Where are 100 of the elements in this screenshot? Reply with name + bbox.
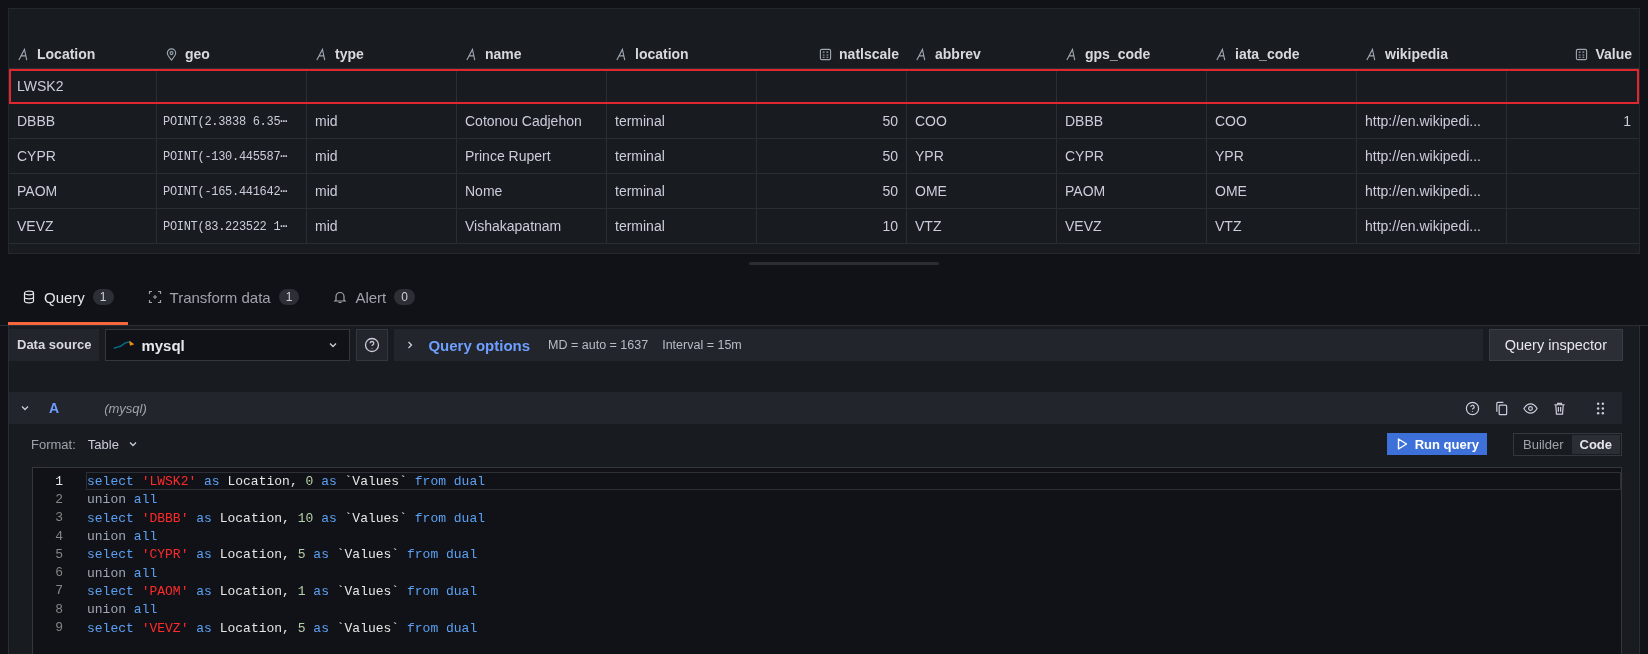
line-number: 1 (54, 473, 63, 489)
text-type-icon (615, 47, 628, 61)
format-label: Format: (31, 436, 76, 452)
table-cell: 50 (882, 183, 898, 199)
table-cell: COO (915, 113, 947, 129)
map-pin-icon (165, 47, 178, 61)
column-header[interactable]: iata_code (1207, 40, 1357, 68)
text-type-icon (1065, 47, 1078, 61)
table-cell: http://en.wikipedi... (1365, 183, 1481, 199)
table-cell: YPR (1215, 148, 1244, 164)
table-cell: mid (315, 183, 338, 199)
table-row[interactable]: VEVZ POINT(83.223522 1⋯ mid Vishakapatnam terminal 10 VTZ VEVZ VTZ http://en.wikipedi... (9, 209, 1639, 244)
code-line: select 'DBBB' as Location, 10 as `Values` from dual (86, 509, 487, 527)
tab[interactable]: Transform data 1 (133, 272, 314, 325)
bell-icon (333, 290, 348, 304)
table-cell: POINT(-130.445587⋯ (163, 148, 288, 164)
text-type-icon (17, 47, 30, 61)
line-number: 4 (54, 528, 63, 544)
table-row[interactable]: CYPR POINT(-130.445587⋯ mid Prince Rupert terminal 50 YPR CYPR YPR http://en.wikipedi... (9, 139, 1639, 174)
table-cell: POINT(83.223522 1⋯ (163, 218, 288, 234)
mode-option[interactable]: Builder (1515, 434, 1572, 454)
mode-option[interactable]: Code (1571, 434, 1620, 454)
column-header[interactable]: abbrev (907, 40, 1057, 68)
table-cell: 50 (882, 148, 898, 164)
column-header[interactable]: location (607, 40, 757, 68)
text-type-icon (315, 47, 328, 61)
line-number: 7 (54, 583, 63, 599)
calculator-icon (819, 47, 833, 61)
table-cell: Vishakapatnam (465, 218, 562, 234)
column-header[interactable]: Location (9, 40, 157, 68)
table-cell: Nome (465, 183, 503, 199)
table-cell: Prince Rupert (465, 148, 551, 164)
table-cell: Cotonou Cadjehon (465, 113, 582, 129)
table-cell: POINT(-165.441642⋯ (163, 183, 288, 199)
line-number: 3 (54, 510, 63, 526)
table-cell: OME (1215, 183, 1247, 199)
column-header[interactable]: wikipedia (1357, 40, 1507, 68)
code-line: union all (86, 564, 159, 582)
table-cell: VEVZ (17, 218, 54, 234)
help-icon (364, 337, 381, 353)
copy-icon[interactable] (1494, 400, 1509, 416)
table-row[interactable]: LWSK2 (9, 69, 1639, 104)
run-query-button[interactable]: Run query (1386, 433, 1488, 455)
table-cell: OME (915, 183, 947, 199)
query-options-link[interactable]: Query options (428, 336, 531, 354)
text-type-icon (1215, 47, 1228, 61)
table-cell: VEVZ (1065, 218, 1102, 234)
code-line: union all (86, 491, 159, 509)
table-cell: CYPR (1065, 148, 1104, 164)
query-inspector-button[interactable]: Query inspector (1488, 329, 1623, 361)
line-number: 8 (54, 601, 63, 617)
table-cell: terminal (615, 113, 665, 129)
table-cell: VTZ (915, 218, 942, 234)
help-button[interactable] (356, 329, 389, 361)
text-type-icon (465, 47, 478, 61)
table-cell: VTZ (1215, 218, 1242, 234)
table-cell: PAOM (17, 183, 58, 199)
column-header[interactable]: natlscale (757, 40, 907, 68)
table-cell: 50 (882, 113, 898, 129)
column-header[interactable]: gps_code (1057, 40, 1207, 68)
line-number: 5 (54, 546, 63, 562)
table-cell: DBBB (17, 113, 56, 129)
table-cell: 1 (1623, 113, 1631, 129)
database-icon (22, 290, 36, 304)
table-cell: terminal (615, 148, 665, 164)
table-cell: http://en.wikipedi... (1365, 148, 1481, 164)
table-cell: terminal (615, 183, 665, 199)
table-cell: DBBB (1065, 113, 1104, 129)
line-number: 9 (54, 620, 63, 635)
table-row[interactable]: DBBB POINT(2.3838 6.35⋯ mid Cotonou Cadjehon terminal 50 COO DBBB COO http://en.wikipedi... 1 (9, 104, 1639, 139)
table-cell: 10 (882, 218, 898, 234)
query-datasource-text: (mysql) (104, 400, 148, 416)
format-dropdown[interactable]: Table (87, 436, 139, 452)
column-header[interactable]: type (307, 40, 457, 68)
table-row[interactable]: PAOM POINT(-165.441642⋯ mid Nome terminal 50 OME PAOM OME http://en.wikipedi... (9, 174, 1639, 209)
code-line: union all (86, 601, 159, 619)
table-cell: YPR (915, 148, 944, 164)
count-badge: 0 (394, 289, 415, 305)
line-number: 2 (54, 491, 63, 507)
interval-text: Interval = 15m (662, 338, 742, 352)
calculator-icon (1575, 47, 1589, 61)
table-cell: LWSK2 (17, 78, 64, 94)
eye-icon[interactable] (1523, 400, 1538, 416)
data-source-dropdown[interactable]: mysql (105, 329, 351, 361)
column-header[interactable]: geo (157, 40, 307, 68)
code-line: select 'VEVZ' as Location, 5 as `Values` from dual (86, 619, 479, 637)
help-icon[interactable] (1465, 400, 1480, 416)
table-cell: PAOM (1065, 183, 1106, 199)
tab[interactable]: Alert 0 (319, 272, 429, 325)
data-source-label: Data source (9, 329, 100, 361)
code-line: union all (86, 528, 159, 546)
line-number: 6 (54, 565, 63, 581)
count-badge: 1 (92, 289, 114, 305)
column-header[interactable]: name (457, 40, 607, 68)
query-name[interactable]: A (49, 400, 60, 416)
table-cell: mid (315, 218, 338, 234)
trash-icon[interactable] (1552, 400, 1567, 416)
text-type-icon (1365, 47, 1378, 61)
column-header[interactable]: Value (1507, 40, 1639, 68)
table-cell: http://en.wikipedi... (1365, 218, 1481, 234)
